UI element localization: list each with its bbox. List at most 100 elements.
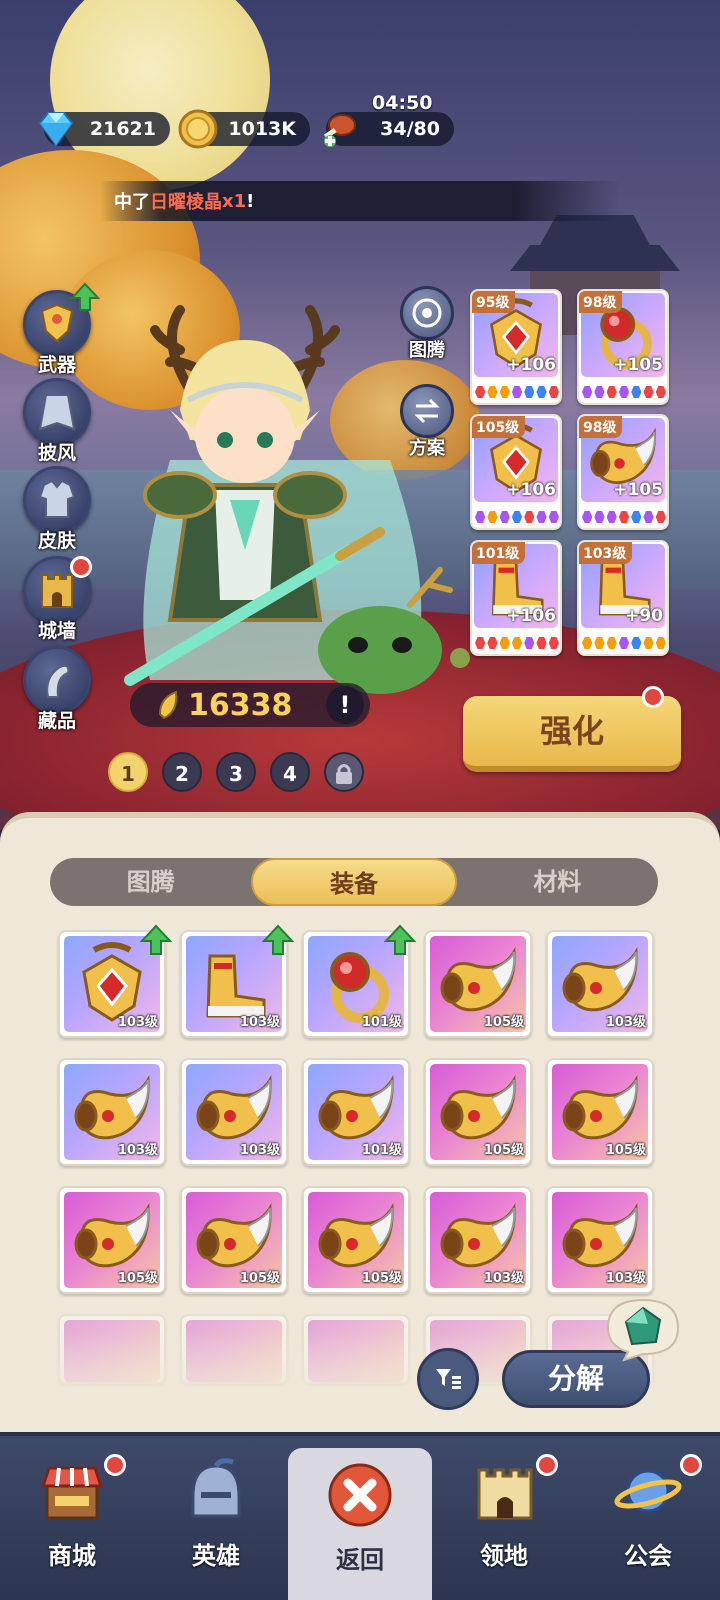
slot-level: 95级 — [472, 291, 516, 313]
loot-announcement: 中了 日曜棱晶 x1 ! — [100, 181, 620, 221]
diamond-icon — [38, 112, 74, 147]
slot-level: 105级 — [472, 416, 526, 438]
side-wall-button[interactable]: 城墙 — [20, 556, 94, 643]
item-level: 105级 — [605, 1143, 646, 1158]
inventory-item[interactable]: 105级 — [180, 1186, 288, 1294]
inventory-item[interactable]: 103级 — [58, 1058, 166, 1166]
collection-icon — [46, 664, 70, 698]
hero-character[interactable] — [110, 300, 480, 700]
item-level: 103级 — [117, 1143, 158, 1158]
filter-icon — [436, 1369, 461, 1389]
loot-item-name: 日曜棱晶 — [150, 192, 222, 213]
inventory-item[interactable]: 101级 — [302, 924, 416, 1038]
gold-counter[interactable]: 1013K — [178, 109, 310, 149]
side-skin-button[interactable]: 皮肤 — [20, 466, 94, 553]
diamond-counter[interactable]: 21621 — [38, 112, 170, 147]
upgrade-arrow-icon — [140, 924, 172, 955]
hero-helmet-icon — [191, 1458, 241, 1518]
item-level: 105级 — [483, 1015, 524, 1030]
slot-enhance: +106 — [506, 606, 556, 626]
inventory-item[interactable]: 101级 — [302, 1058, 410, 1166]
item-level: 103级 — [605, 1271, 646, 1286]
loadout-page-3[interactable]: 3 — [216, 752, 256, 792]
inventory-item[interactable]: 105级 — [302, 1186, 410, 1294]
slot-gem-sockets — [475, 637, 559, 649]
notification-dot — [104, 1454, 126, 1476]
item-level: 103级 — [483, 1271, 524, 1286]
inventory-item[interactable]: 103级 — [546, 930, 654, 1038]
item-level: 103级 — [605, 1015, 646, 1030]
tab-equipment[interactable]: 装备 — [251, 858, 457, 906]
item-level: 105级 — [239, 1271, 280, 1286]
inventory-item[interactable]: 105级 — [58, 1186, 166, 1294]
equipped-slot[interactable]: 98级 +105 — [577, 289, 669, 405]
upgrade-arrow-icon — [70, 282, 100, 311]
item-level: 105级 — [361, 1271, 402, 1286]
slot-enhance: +90 — [625, 606, 663, 626]
close-icon — [328, 1463, 392, 1527]
equipped-slot[interactable]: 95级 +106 — [470, 289, 562, 405]
inventory-item[interactable]: 105级 — [546, 1058, 654, 1166]
inventory-item[interactable]: 103级 — [424, 1186, 532, 1294]
meat-icon — [323, 114, 356, 147]
nav-back[interactable]: 返回 — [288, 1448, 432, 1600]
gold-coin-icon — [178, 109, 218, 149]
nav-shop[interactable]: 商城 — [0, 1436, 144, 1600]
nav-heroes[interactable]: 英雄 — [144, 1436, 288, 1600]
slot-level: 103级 — [579, 542, 633, 564]
side-cape-button[interactable]: 披风 — [20, 378, 94, 465]
nav-territory[interactable]: 领地 — [432, 1436, 576, 1600]
slot-gem-sockets — [582, 511, 666, 523]
gem-hint-bubble[interactable] — [602, 1294, 684, 1364]
loadout-pages: 1 2 3 4 — [108, 752, 364, 792]
filter-button[interactable] — [417, 1348, 479, 1410]
loadout-page-locked[interactable] — [324, 752, 364, 792]
nav-guild[interactable]: 公会 — [576, 1436, 720, 1600]
slot-level: 98级 — [579, 291, 623, 313]
inventory-item[interactable]: 103级 — [180, 924, 294, 1038]
inventory-item[interactable]: 103级 — [546, 1186, 654, 1294]
power-quill-icon — [158, 690, 178, 720]
stamina-count: 34/80 — [380, 118, 440, 140]
lock-icon — [336, 764, 352, 784]
loadout-page-1[interactable]: 1 — [108, 752, 148, 792]
item-level: 103级 — [239, 1143, 280, 1158]
slot-level: 98级 — [579, 416, 623, 438]
skin-icon — [38, 479, 76, 518]
inventory-item[interactable]: 105级 — [424, 1058, 532, 1166]
inventory-item[interactable]: 105级 — [424, 930, 532, 1038]
notification-dot — [642, 686, 664, 708]
item-level: 103级 — [117, 1015, 158, 1030]
item-level: 105级 — [117, 1271, 158, 1286]
side-collection-button[interactable]: 藏品 — [20, 646, 94, 733]
power-info-button[interactable]: ! — [326, 686, 364, 724]
item-level: 105级 — [483, 1143, 524, 1158]
equipped-slot[interactable]: 101级 +106 — [470, 540, 562, 656]
equipped-slot[interactable]: 105级 +106 — [470, 414, 562, 530]
item-level: 103级 — [239, 1015, 280, 1030]
stamina-counter[interactable]: 34/80 — [323, 112, 454, 147]
inventory-item[interactable]: 103级 — [58, 924, 172, 1038]
slot-enhance: +105 — [613, 480, 663, 500]
loadout-page-4[interactable]: 4 — [270, 752, 310, 792]
combat-power-value: 16338 — [188, 687, 293, 723]
strengthen-button[interactable]: 强化 — [463, 696, 681, 772]
tab-materials[interactable]: 材料 — [457, 858, 658, 906]
slot-gem-sockets — [582, 637, 666, 649]
equipped-slot[interactable]: 98级 +105 — [577, 414, 669, 530]
tab-totem[interactable]: 图腾 — [50, 858, 251, 906]
castle-icon — [477, 1468, 533, 1520]
bottom-nav: 商城 英雄 返回 领地 公会 — [0, 1432, 720, 1600]
loadout-page-2[interactable]: 2 — [162, 752, 202, 792]
inventory-item[interactable]: 103级 — [180, 1058, 288, 1166]
inventory-tabs: 图腾 装备 材料 — [50, 858, 658, 906]
item-level: 101级 — [361, 1143, 402, 1158]
notification-dot — [536, 1454, 558, 1476]
equipped-slot[interactable]: 103级 +90 — [577, 540, 669, 656]
upgrade-arrow-icon — [262, 924, 294, 955]
planet-icon — [614, 1469, 682, 1513]
slot-enhance: +106 — [506, 355, 556, 375]
slot-enhance: +105 — [613, 355, 663, 375]
side-weapon-button[interactable]: 武器 — [20, 282, 100, 377]
slot-enhance: +106 — [506, 480, 556, 500]
